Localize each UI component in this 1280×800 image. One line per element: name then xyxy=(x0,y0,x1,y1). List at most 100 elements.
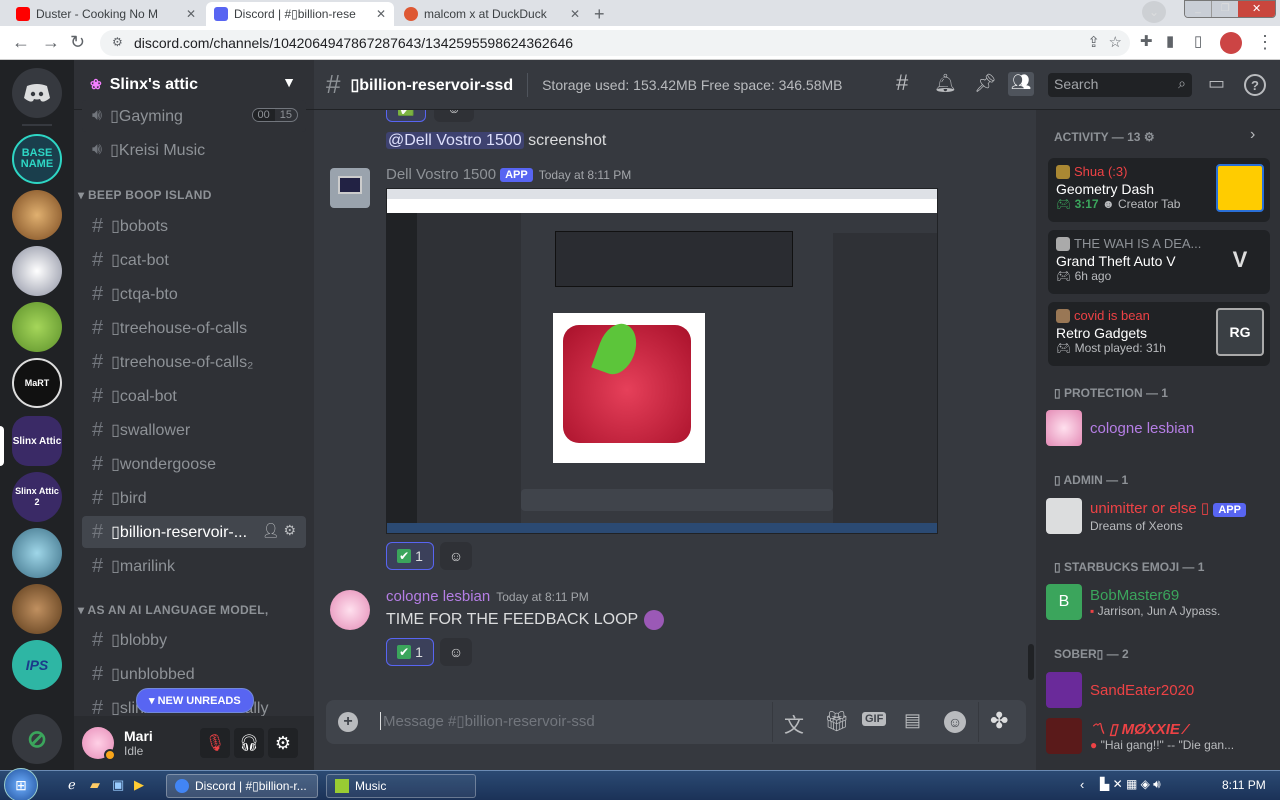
channel-item[interactable]: # ▯billion-reservoir-... 👤︎ ⚙ xyxy=(82,516,306,548)
apps-icon[interactable]: ✤ xyxy=(990,708,1008,734)
category-as-an-ai-language-model[interactable]: ▾ AS AN AI LANGUAGE MODEL, xyxy=(78,603,269,617)
close-tab-icon[interactable]: ✕ xyxy=(186,7,196,21)
message-scrollbar[interactable] xyxy=(1028,644,1034,680)
quicklaunch-ie-icon[interactable]: ℯ xyxy=(68,777,76,793)
activity-card-gta-v[interactable]: THE WAH IS A DEA... Grand Theft Auto V 🎮… xyxy=(1048,230,1270,294)
guild-robot[interactable] xyxy=(12,246,62,296)
member-moxxie[interactable]: 〽 ▯ MØXXIE ⁄ ● "Hai gang!!" -- "Die gan.… xyxy=(1046,714,1274,758)
translate-icon[interactable]: 文 xyxy=(784,709,804,738)
channel-actions-icons[interactable]: 👤︎ ⚙ xyxy=(262,522,296,539)
browser-tab-youtube[interactable]: Duster - Cooking No M ✕ xyxy=(8,2,204,26)
start-button[interactable]: ⊞ xyxy=(4,768,38,800)
channel-item[interactable]: # ▯ctqa-bto xyxy=(82,278,306,310)
guild-base-name[interactable]: BASE NAME xyxy=(12,134,62,184)
channel-item[interactable]: # ▯bird xyxy=(82,482,306,514)
add-reaction-button[interactable]: ☺ xyxy=(440,542,472,570)
activity-card-retro-gadgets[interactable]: covid is bean Retro Gadgets 🎮︎ Most play… xyxy=(1048,302,1270,366)
voice-channel-kreisi-music[interactable]: 🔊︎ ▯Kreisi Music xyxy=(82,134,306,166)
quicklaunch-desktop-icon[interactable]: ▣ xyxy=(112,777,124,793)
channel-item[interactable]: # ▯bobots xyxy=(82,210,306,242)
activity-card-geometry-dash[interactable]: Shua (:3) Geometry Dash 🎮︎ 3:17 ☻ Creato… xyxy=(1048,158,1270,222)
taskbar-discord[interactable]: Discord | #▯billion-r... xyxy=(166,774,318,798)
new-tab-button[interactable]: + xyxy=(594,4,605,25)
browser-menu-icon[interactable]: ⋮ xyxy=(1256,32,1274,53)
message-author[interactable]: cologne lesbian xyxy=(386,588,490,605)
guild-ips[interactable]: IPS xyxy=(12,640,62,690)
guild-hamster[interactable] xyxy=(12,190,62,240)
headphones-icon[interactable]: 🎧︎ xyxy=(234,728,264,758)
tray-icons[interactable]: ▙ ✕ ▦ ◈ 🔊︎ xyxy=(1100,777,1161,792)
pinned-messages-icon[interactable]: 📌︎ xyxy=(974,73,997,94)
check-reaction[interactable]: ✔ 1 xyxy=(386,638,434,666)
browser-tab-discord[interactable]: Discord | #▯billion-rese ✕ xyxy=(206,2,394,26)
channel-item[interactable]: # ▯wondergoose xyxy=(82,448,306,480)
guild-mart-developer[interactable]: MaRT xyxy=(12,358,62,408)
channel-item[interactable]: # ▯cat-bot xyxy=(82,244,306,276)
browser-tab-duckduckgo[interactable]: malcom x at DuckDuck ✕ xyxy=(396,2,588,26)
quicklaunch-folder-icon[interactable]: ▰ xyxy=(90,777,100,793)
user-mention[interactable]: @Dell Vostro 1500 xyxy=(386,132,524,149)
user-avatar[interactable] xyxy=(82,727,116,761)
guild-brown-animal[interactable] xyxy=(12,584,62,634)
channel-topic[interactable]: Storage used: 153.42MB Free space: 346.5… xyxy=(542,77,842,93)
upload-plus-icon[interactable]: + xyxy=(338,712,358,732)
chevron-right-icon[interactable]: › xyxy=(1250,126,1255,144)
discord-home-icon[interactable] xyxy=(12,68,62,118)
close-tab-icon[interactable]: ✕ xyxy=(376,7,386,21)
back-arrow-icon[interactable]: ← xyxy=(12,32,30,53)
tray-expand-icon[interactable]: ‹ xyxy=(1080,777,1084,792)
site-info-icon[interactable]: ⚙ xyxy=(112,35,123,49)
close-tab-icon[interactable]: ✕ xyxy=(570,7,580,21)
screenshot-attachment[interactable] xyxy=(386,188,938,534)
share-icon[interactable]: ⇪ xyxy=(1087,33,1100,51)
guild-cyan-creature[interactable] xyxy=(12,528,62,578)
minimize-button[interactable]: _ xyxy=(1185,1,1212,17)
extensions-icon[interactable]: ✚ xyxy=(1140,32,1153,50)
bookmark-star-icon[interactable]: ☆ xyxy=(1109,33,1122,51)
inbox-icon[interactable]: ▭ xyxy=(1208,73,1225,94)
mute-microphone-icon[interactable]: 🎙︎ xyxy=(200,728,230,758)
guild-slinx-attic[interactable]: Slinx Attic xyxy=(12,416,62,466)
member-list-icon[interactable]: 👥︎ xyxy=(1008,72,1034,96)
taskbar-music[interactable]: Music xyxy=(326,774,476,798)
reaction-partial[interactable]: ✅ xyxy=(386,110,426,122)
notification-bell-icon[interactable]: 🔔︎ xyxy=(934,73,957,94)
gift-icon[interactable]: 🎁︎ xyxy=(824,709,849,734)
member-unimitter[interactable]: unimitter or else ▯ APP Dreams of Xeons xyxy=(1046,494,1274,538)
tab-search-button[interactable]: ⌄ xyxy=(1142,1,1166,23)
channel-item[interactable]: # ▯coal-bot xyxy=(82,380,306,412)
new-unreads-button[interactable]: ▾ NEW UNREADS xyxy=(136,688,254,713)
add-reaction-button[interactable]: ☺ xyxy=(434,110,474,122)
gear-icon[interactable]: ⚙ xyxy=(1144,130,1155,144)
member-sandeater2020[interactable]: SandEater2020 xyxy=(1046,668,1274,712)
voice-channel-gayming[interactable]: 🔊︎ ▯Gayming 00 15 xyxy=(82,100,306,132)
dell-vostro-avatar[interactable] xyxy=(330,168,370,208)
restore-button[interactable]: ❐ xyxy=(1211,1,1239,17)
check-reaction[interactable]: ✔ 1 xyxy=(386,542,434,570)
channel-item[interactable]: # ▯treehouse-of-calls xyxy=(82,312,306,344)
member-bobmaster69[interactable]: B BobMaster69 ▪ Jarrison, Jun A Jypass. xyxy=(1046,580,1274,624)
extension-icon[interactable]: ▮ xyxy=(1166,32,1174,50)
explore-servers-compass-icon[interactable]: ⊘ xyxy=(12,714,62,764)
message-author[interactable]: Dell Vostro 1500 xyxy=(386,166,496,183)
profile-avatar[interactable] xyxy=(1220,32,1242,54)
emoji-picker-icon[interactable]: ☺ xyxy=(944,711,966,733)
category-beep-boop-island[interactable]: ▾ BEEP BOOP ISLAND xyxy=(78,188,212,202)
clock[interactable]: 8:11 PM xyxy=(1222,778,1266,792)
threads-icon[interactable]: # xyxy=(896,70,908,96)
forward-arrow-icon[interactable]: → xyxy=(42,32,60,53)
quicklaunch-media-icon[interactable]: ▶ xyxy=(134,777,144,793)
channel-item[interactable]: # ▯swallower xyxy=(82,414,306,446)
channel-item[interactable]: # ▯marilink xyxy=(82,550,306,582)
guild-slinx-attic-2[interactable]: Slinx Attic 2 xyxy=(12,472,62,522)
close-window-button[interactable]: ✕ xyxy=(1238,1,1275,17)
add-reaction-button[interactable]: ☺ xyxy=(440,638,472,666)
channel-item[interactable]: # ▯treehouse-of-calls₂ xyxy=(82,346,306,378)
address-bar[interactable]: ⚙ discord.com/channels/10420649478672876… xyxy=(100,30,1130,56)
sticker-icon[interactable]: ▤ xyxy=(904,710,921,731)
cologne-lesbian-avatar[interactable] xyxy=(330,590,370,630)
user-settings-gear-icon[interactable]: ⚙ xyxy=(268,728,298,758)
reload-icon[interactable]: ↻ xyxy=(70,32,85,53)
message-input[interactable]: Message #▯billion-reservoir-ssd xyxy=(380,712,760,730)
chevron-down-icon[interactable]: ▼ xyxy=(282,74,296,90)
